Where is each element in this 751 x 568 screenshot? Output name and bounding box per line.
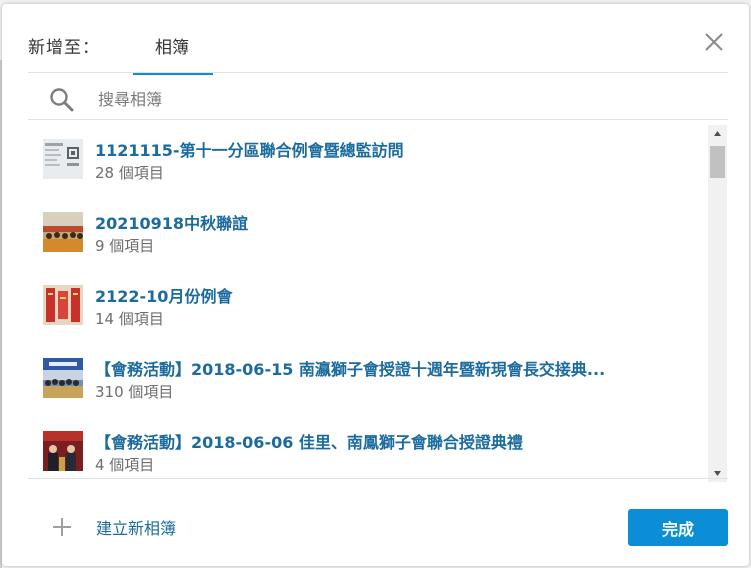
album-count: 310 個項目	[95, 383, 174, 401]
album-thumbnail	[43, 139, 83, 179]
album-title: 2122-10月份例會	[95, 287, 233, 306]
close-button[interactable]	[702, 30, 726, 54]
album-item[interactable]: 【會務活動】2018-06-06 佳里、南鳳獅子會聯合授證典禮 4 個項目	[28, 417, 708, 477]
album-item[interactable]: 2122-10月份例會 14 個項目	[28, 271, 708, 331]
plus-icon	[53, 518, 71, 536]
add-to-label: 新增至：	[28, 38, 100, 58]
add-to-album-dialog: 新增至： 相簿 搜尋相簿 1121115-第十一分區聯合例會暨總監訪問 28 個…	[2, 4, 749, 566]
album-list-scrollbar[interactable]	[708, 125, 727, 482]
album-count: 14 個項目	[95, 310, 164, 328]
search-icon	[50, 88, 74, 112]
search-input[interactable]	[94, 86, 662, 112]
album-count: 28 個項目	[95, 164, 164, 182]
album-list: 1121115-第十一分區聯合例會暨總監訪問 28 個項目 20210918中秋…	[28, 125, 708, 482]
album-title: 【會務活動】2018-06-15 南瀛獅子會授證十週年暨新現會長交接典...	[95, 360, 606, 379]
tab-albums[interactable]: 相簿	[132, 33, 212, 75]
album-thumbnail	[43, 285, 83, 325]
close-icon	[705, 33, 723, 51]
scrollbar-thumb[interactable]	[710, 146, 725, 178]
scroll-up-arrow-icon	[714, 131, 721, 136]
album-title: 【會務活動】2018-06-06 佳里、南鳳獅子會聯合授證典禮	[95, 433, 523, 452]
album-title: 1121115-第十一分區聯合例會暨總監訪問	[95, 141, 404, 160]
album-count: 9 個項目	[95, 237, 155, 255]
album-item[interactable]: 【會務活動】2018-06-15 南瀛獅子會授證十週年暨新現會長交接典... 3…	[28, 344, 708, 404]
album-item[interactable]: 20210918中秋聯誼 9 個項目	[28, 198, 708, 258]
album-count: 4 個項目	[95, 456, 155, 474]
album-thumbnail	[43, 431, 83, 471]
create-album-label: 建立新相簿	[96, 519, 177, 538]
done-button[interactable]: 完成	[628, 509, 728, 546]
scroll-down-button[interactable]	[708, 465, 727, 482]
header-divider	[28, 72, 728, 73]
album-item[interactable]: 1121115-第十一分區聯合例會暨總監訪問 28 個項目	[28, 125, 708, 185]
footer-divider	[28, 478, 728, 479]
album-thumbnail	[43, 212, 83, 252]
album-title: 20210918中秋聯誼	[95, 214, 249, 233]
album-thumbnail	[43, 358, 83, 398]
search-divider	[28, 119, 728, 120]
scroll-down-arrow-icon	[714, 471, 721, 476]
scroll-up-button[interactable]	[708, 125, 727, 142]
